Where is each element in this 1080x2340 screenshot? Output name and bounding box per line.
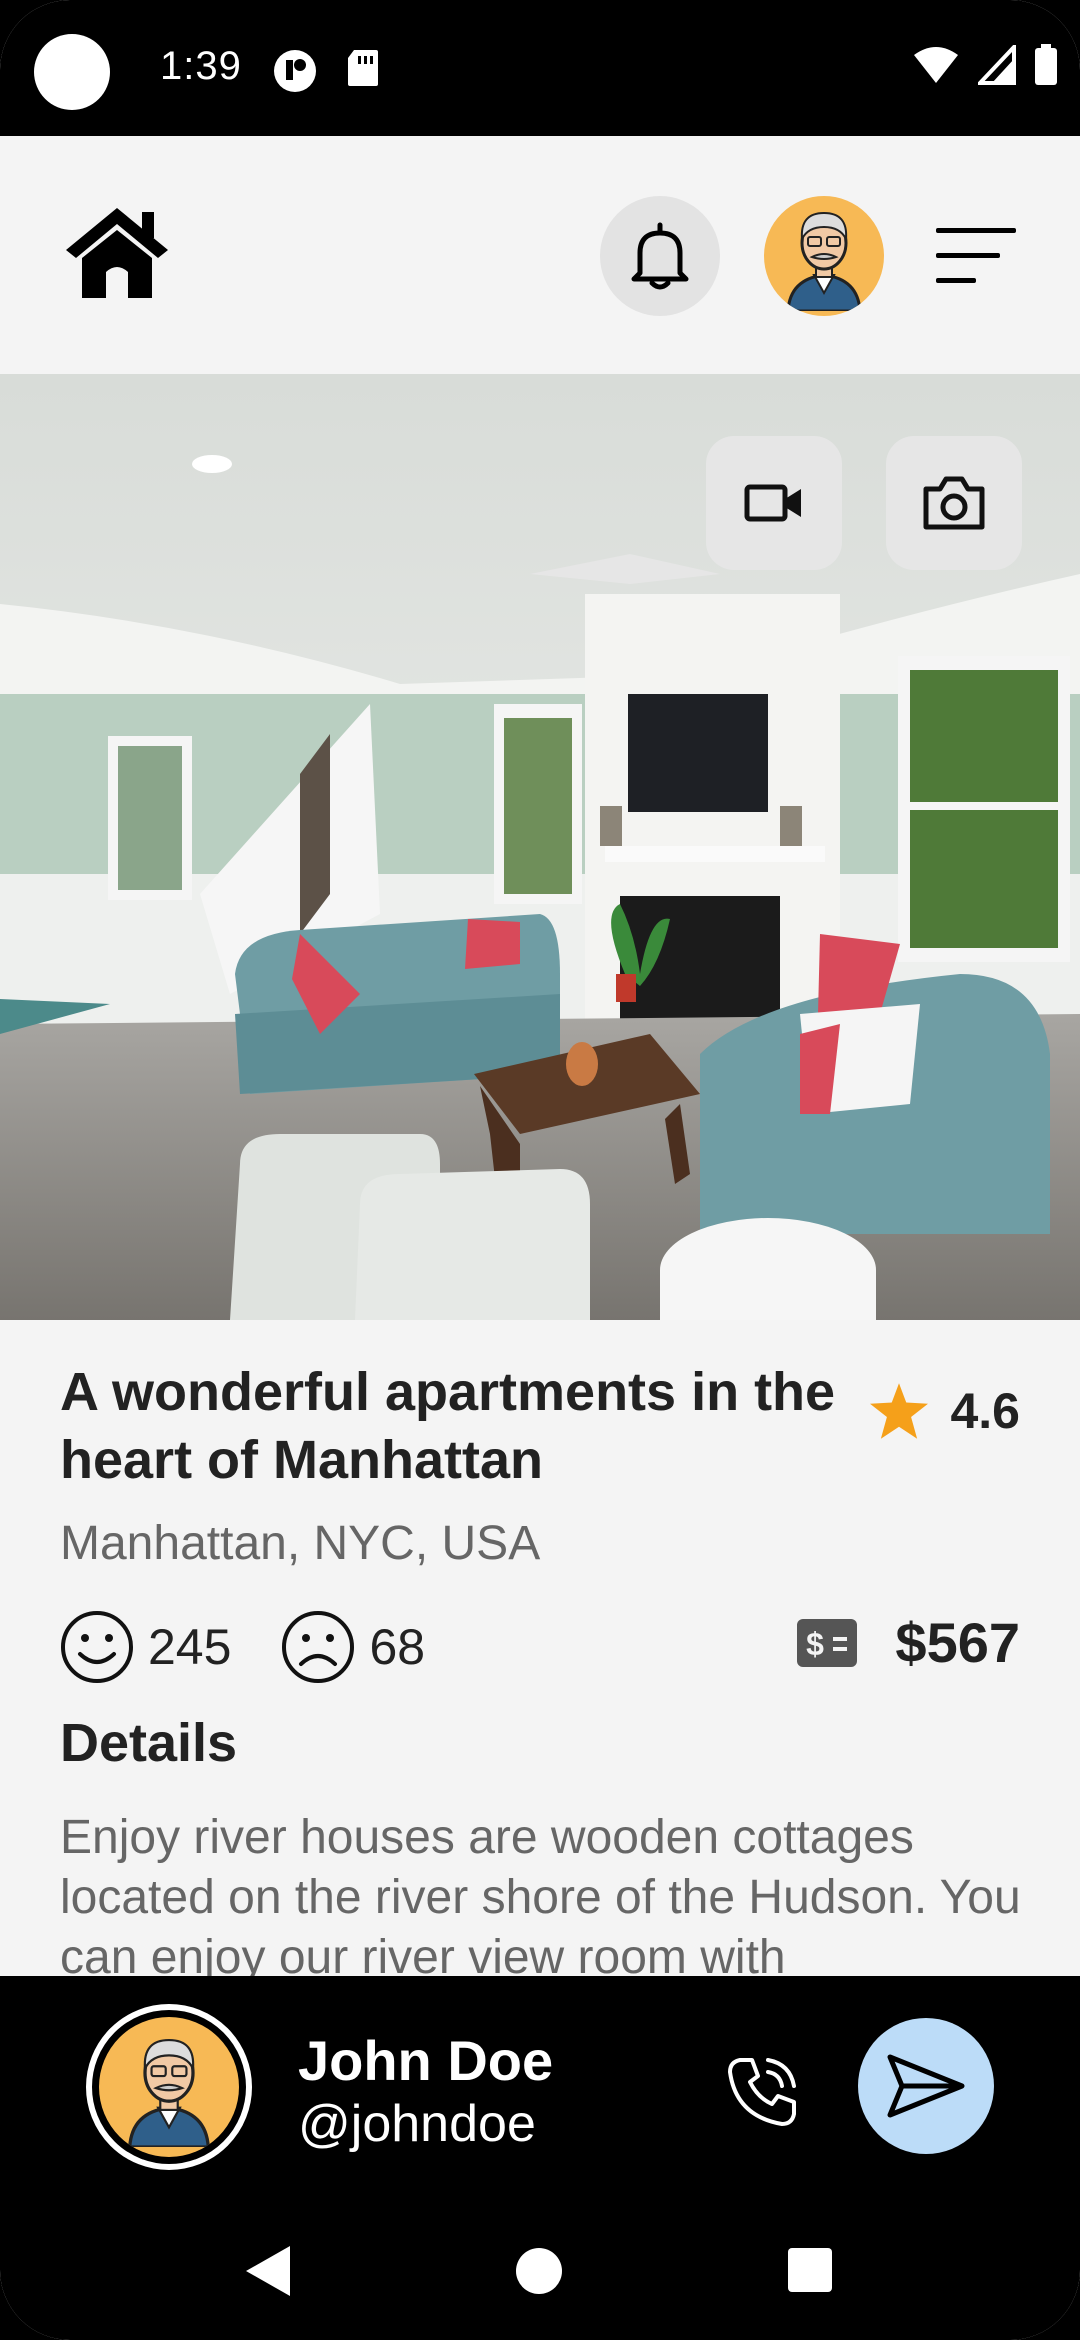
notification-app-icon	[274, 50, 316, 92]
signal-icon	[978, 45, 1016, 85]
listing-location: Manhattan, NYC, USA	[60, 1517, 541, 1570]
video-button[interactable]	[706, 436, 842, 570]
sad-face-icon	[282, 1611, 355, 1683]
recents-nav-icon[interactable]	[788, 2248, 832, 2292]
app-header	[0, 136, 1080, 374]
send-icon	[887, 2054, 965, 2118]
rating: 4.6	[870, 1382, 1020, 1440]
video-icon	[744, 484, 801, 522]
camera-button[interactable]	[886, 436, 1022, 570]
send-message-button[interactable]	[858, 2018, 994, 2154]
dislikes-count: 68	[369, 1619, 426, 1675]
svg-text:$: $	[807, 1626, 825, 1662]
star-icon	[870, 1383, 929, 1439]
details-text: Enjoy river houses are wooden cottages l…	[60, 1811, 1021, 1976]
profile-avatar-button[interactable]	[764, 196, 884, 316]
status-bar: 1:39	[0, 0, 1080, 136]
home-button[interactable]	[62, 202, 172, 302]
smile-face-icon	[61, 1611, 133, 1683]
details-heading: Details	[60, 1713, 238, 1773]
home-icon	[66, 208, 168, 298]
phone-call-icon	[728, 2058, 796, 2126]
likes-count: 245	[148, 1619, 232, 1675]
contact-handle: @johndoe	[298, 2095, 536, 2153]
menu-icon	[936, 228, 1016, 283]
like-stat[interactable]: 245	[60, 1610, 231, 1684]
listing-photo[interactable]	[0, 374, 1080, 1320]
phone-screen: 1:39 A wonderful apartments in the heart…	[0, 0, 1080, 2340]
status-time: 1:39	[160, 44, 242, 88]
notifications-button[interactable]	[600, 196, 720, 316]
listing-details: A wonderful apartments in the heart of M…	[0, 1320, 1080, 1976]
back-nav-icon[interactable]	[244, 2244, 292, 2298]
price: $ $567	[797, 1610, 1020, 1675]
dislike-stat[interactable]: 68	[281, 1610, 425, 1684]
sd-card-icon	[348, 50, 378, 86]
reactions: 245 68	[60, 1610, 475, 1684]
status-right-icons	[912, 44, 1058, 86]
camera-icon	[923, 476, 985, 530]
contact-avatar[interactable]	[86, 2004, 252, 2170]
user-avatar-icon	[786, 211, 862, 311]
camera-cutout	[34, 34, 110, 110]
menu-button[interactable]	[934, 224, 1018, 288]
user-avatar-icon	[128, 2038, 210, 2147]
home-nav-icon[interactable]	[516, 2248, 562, 2294]
price-tag-icon: $	[797, 1618, 858, 1667]
contact-avatar-image	[99, 2017, 239, 2157]
listing-title: A wonderful apartments in the heart of M…	[60, 1362, 836, 1490]
system-nav-bar	[0, 2224, 1080, 2340]
rating-value: 4.6	[950, 1383, 1020, 1439]
price-value: $567	[895, 1611, 1020, 1674]
wifi-icon	[914, 47, 958, 83]
call-button[interactable]	[716, 2046, 808, 2138]
contact-name: John Doe	[298, 2029, 554, 2092]
bell-icon	[631, 222, 689, 290]
battery-icon	[1035, 44, 1057, 85]
